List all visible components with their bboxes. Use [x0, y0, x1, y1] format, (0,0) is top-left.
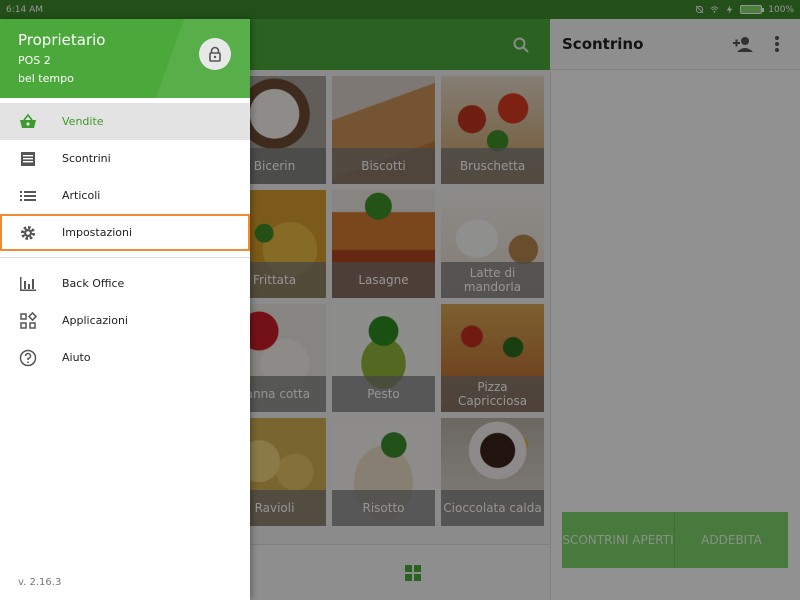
menu-item-label: Impostazioni: [62, 226, 133, 239]
drawer-header: Proprietario POS 2 bel tempo: [0, 19, 250, 98]
menu-divider: [0, 257, 250, 258]
help-icon: [19, 349, 37, 367]
menu-item-label: Vendite: [62, 115, 104, 128]
list-icon: [20, 191, 36, 201]
gear-icon: [21, 226, 35, 240]
navigation-drawer: Proprietario POS 2 bel tempo Vendite Sco…: [0, 19, 250, 600]
app-version: v. 2.16.3: [18, 577, 62, 588]
menu-item-settings[interactable]: Impostazioni: [0, 214, 250, 251]
menu-item-label: Applicazioni: [62, 314, 128, 327]
menu-item-receipts[interactable]: Scontrini: [0, 140, 250, 177]
lock-button[interactable]: [199, 38, 231, 70]
menu-item-label: Articoli: [62, 189, 101, 202]
menu-item-label: Back Office: [62, 277, 125, 290]
lock-icon: [209, 46, 221, 62]
apps-icon: [20, 312, 37, 329]
bar-chart-icon: [20, 277, 36, 291]
menu-item-sales[interactable]: Vendite: [0, 103, 250, 140]
pos-name: POS 2: [18, 54, 51, 67]
menu-item-items[interactable]: Articoli: [0, 177, 250, 214]
menu-item-back-office[interactable]: Back Office: [0, 265, 250, 302]
drawer-menu: Vendite Scontrini Articoli Impostazioni …: [0, 103, 250, 376]
menu-item-help[interactable]: Aiuto: [0, 339, 250, 376]
basket-icon: [20, 113, 36, 128]
menu-item-label: Scontrini: [62, 152, 111, 165]
store-name: bel tempo: [18, 72, 74, 85]
receipt-icon: [21, 152, 35, 166]
menu-item-apps[interactable]: Applicazioni: [0, 302, 250, 339]
menu-item-label: Aiuto: [62, 351, 91, 364]
owner-name: Proprietario: [18, 31, 106, 49]
